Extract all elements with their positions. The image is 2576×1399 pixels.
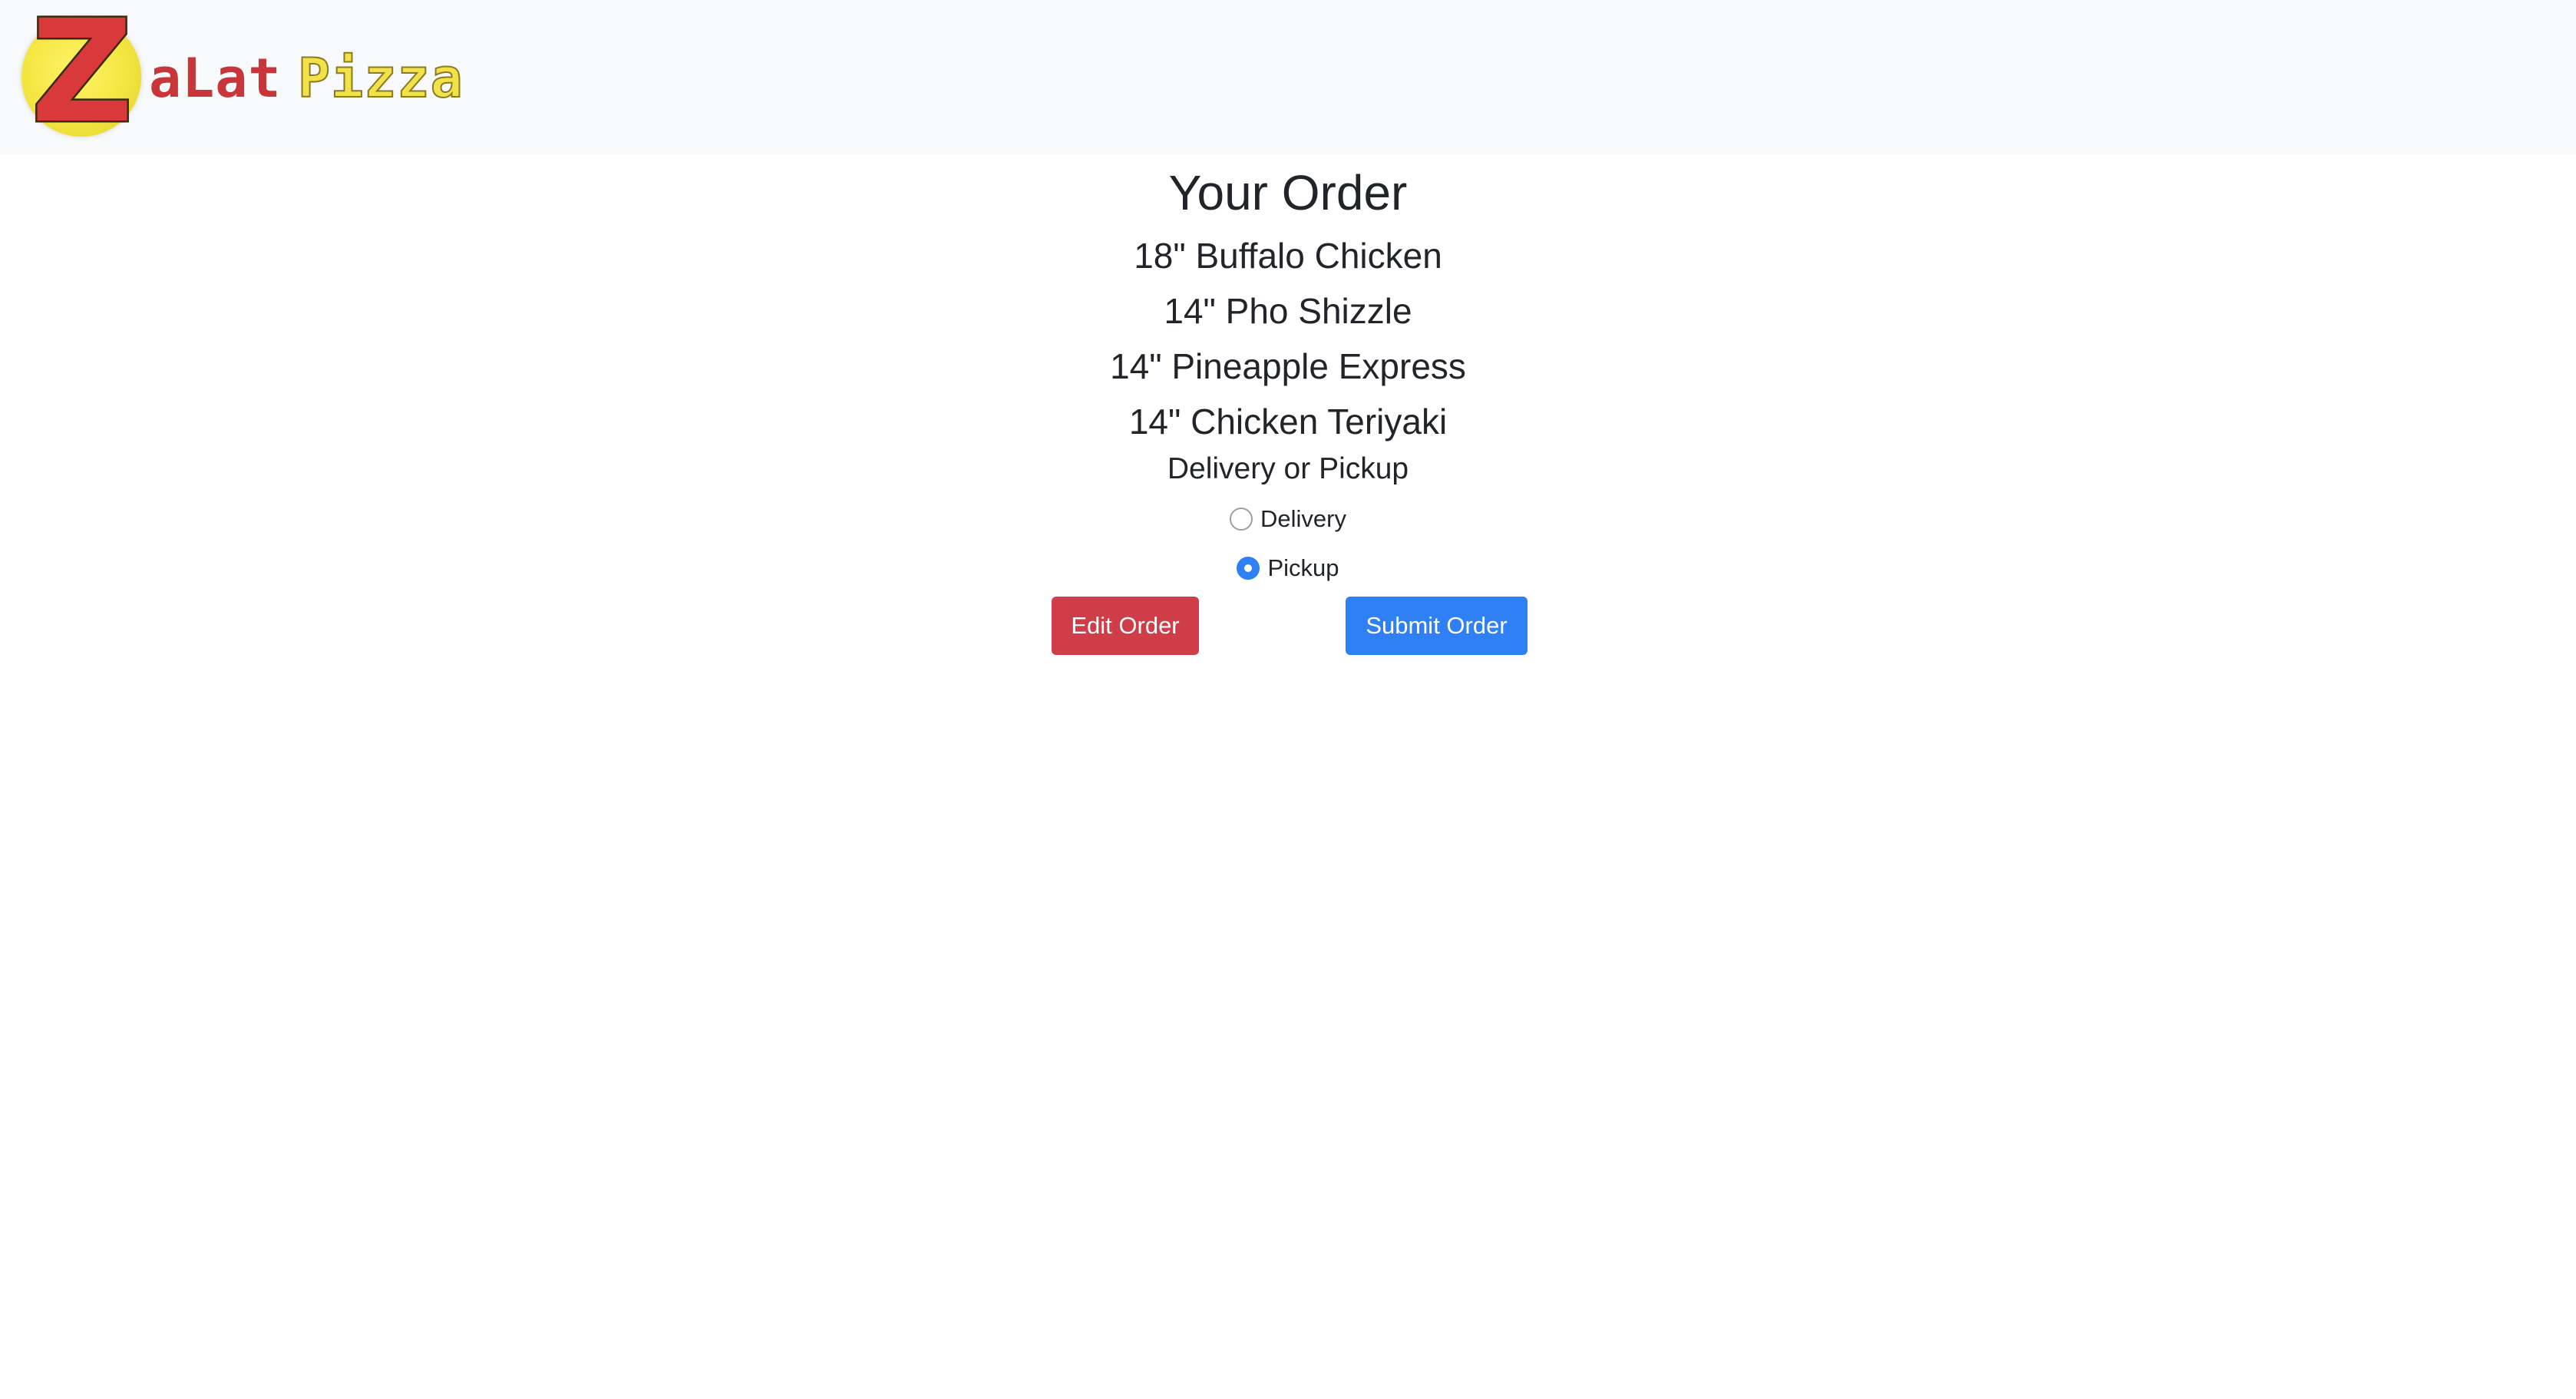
- logo-word-pizza: Pizza: [297, 47, 464, 110]
- order-item: 18" Buffalo Chicken: [1134, 236, 1442, 276]
- fulfillment-heading: Delivery or Pickup: [1167, 452, 1409, 485]
- delivery-label[interactable]: Delivery: [1260, 504, 1346, 534]
- logo-word-zalat: aLat: [149, 47, 282, 110]
- order-item: 14" Pineapple Express: [1110, 346, 1466, 386]
- pickup-option[interactable]: Pickup: [0, 546, 2576, 590]
- delivery-radio[interactable]: [1230, 508, 1253, 531]
- edit-order-button[interactable]: Edit Order: [1052, 597, 1199, 655]
- order-item: 14" Chicken Teriyaki: [1128, 402, 1448, 442]
- page-title: Your Order: [1168, 165, 1408, 220]
- order-item: 14" Pho Shizzle: [1164, 291, 1412, 331]
- order-items-list: 18" Buffalo Chicken 14" Pho Shizzle 14" …: [0, 228, 2576, 449]
- submit-order-button[interactable]: Submit Order: [1346, 597, 1527, 655]
- pickup-label[interactable]: Pickup: [1267, 553, 1339, 584]
- delivery-option[interactable]: Delivery: [0, 497, 2576, 541]
- pickup-radio[interactable]: [1237, 557, 1260, 580]
- navbar: Z aLat Pizza: [0, 0, 2576, 154]
- brand-logo[interactable]: Z aLat Pizza: [21, 0, 474, 145]
- logo-initial: Z: [29, 0, 135, 154]
